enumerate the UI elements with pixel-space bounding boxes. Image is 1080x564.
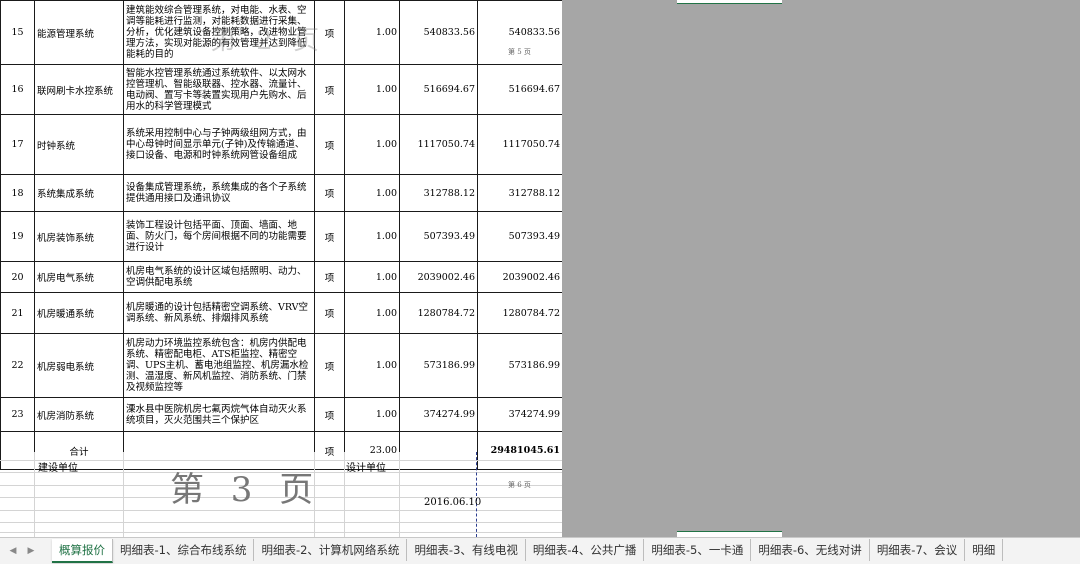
item-description-cell[interactable]: 装饰工程设计包括平面、顶面、墙面、地面、防火门，每个房间根据不同的功能需要进行设… — [123, 211, 315, 262]
unit-price-cell[interactable]: 516694.67 — [399, 64, 478, 115]
sheet-tab-2[interactable]: 明细表-2、计算机网络系统 — [254, 539, 408, 561]
row-number[interactable]: 22 — [0, 333, 35, 398]
row-number[interactable]: 18 — [0, 174, 35, 212]
item-description-cell[interactable]: 智能水控管理系统通过系统软件、以太网水控管理机、智能级联器、控水器、流量计、电动… — [123, 64, 315, 115]
table-row: 17 时钟系统 系统采用控制中心与子钟两级组网方式，由中心母钟时间显示单元(子钟)及… — [0, 114, 562, 175]
sheet-tab-7[interactable]: 明细表-7、会议 — [870, 539, 966, 561]
table-row: 18 系统集成系统 设备集成管理系统，系统集成的各个子系统提供通用接口及通讯协议项 1… — [0, 174, 562, 212]
table-row: 21 机房暖通系统 机房暖通的设计包括精密空调系统、VRV空调系统、新风系统、排烟排… — [0, 292, 562, 334]
sheet-tab-5[interactable]: 明细表-5、一卡通 — [644, 539, 752, 561]
item-description-cell[interactable]: 溧水县中医院机房七氟丙烷气体自动灭火系统项目，灭火范围共三个保护区 — [123, 397, 315, 432]
sheet-tab-bar: ◀ ▶ 概算报价 明细表-1、综合布线系统 明细表-2、计算机网络系统 明细表-3、有… — [0, 537, 1080, 564]
item-name-cell[interactable]: 能源管理系统 — [34, 0, 124, 65]
row-number[interactable]: 21 — [0, 292, 35, 334]
row-number[interactable]: 17 — [0, 114, 35, 175]
row-number[interactable]: 23 — [0, 397, 35, 432]
quantity-cell[interactable]: 1.00 — [344, 292, 400, 334]
tab-next-icon[interactable]: ▶ — [24, 544, 38, 558]
sheet-tab-0[interactable]: 概算报价 — [52, 539, 113, 563]
table-row: 19 机房装饰系统 装饰工程设计包括平面、顶面、墙面、地面、防火门，每个房间根据不同… — [0, 211, 562, 262]
unit-price-cell[interactable]: 1117050.74 — [399, 114, 478, 175]
row-number[interactable]: 20 — [0, 261, 35, 293]
total-cell[interactable]: 573186.99 — [477, 333, 562, 398]
unit-price-cell[interactable]: 312788.12 — [399, 174, 478, 212]
quantity-cell[interactable]: 1.00 — [344, 174, 400, 212]
item-name-cell[interactable]: 机房消防系统 — [34, 397, 124, 432]
unit-cell[interactable]: 项 — [314, 64, 345, 115]
row-number[interactable]: 19 — [0, 211, 35, 262]
unit-cell[interactable]: 项 — [314, 261, 345, 293]
build-unit-label: 建设单位 — [38, 463, 78, 474]
item-name-cell[interactable]: 系统集成系统 — [34, 174, 124, 212]
item-description-cell[interactable]: 设备集成管理系统，系统集成的各个子系统提供通用接口及通讯协议 — [123, 174, 315, 212]
total-cell[interactable]: 2039002.46 — [477, 261, 562, 293]
table-row: 20 机房电气系统 机房电气系统的设计区域包括照明、动力、空调供配电系统项 1.00 2… — [0, 261, 562, 293]
unit-cell[interactable]: 项 — [314, 114, 345, 175]
table-row: 16 联网刷卡水控系统 智能水控管理系统通过系统软件、以太网水控管理机、智能级联器、… — [0, 64, 562, 115]
row-number[interactable]: 16 — [0, 64, 35, 115]
sheet-tab-3[interactable]: 明细表-3、有线电视 — [407, 539, 526, 561]
sheet-tab-4[interactable]: 明细表-4、公共广播 — [526, 539, 645, 561]
item-description-cell[interactable]: 机房暖通的设计包括精密空调系统、VRV空调系统、新风系统、排烟排风系统 — [123, 292, 315, 334]
unit-cell[interactable]: 项 — [314, 397, 345, 432]
unit-price-cell[interactable]: 374274.99 — [399, 397, 478, 432]
item-name-cell[interactable]: 机房暖通系统 — [34, 292, 124, 334]
table-row: 23 机房消防系统 溧水县中医院机房七氟丙烷气体自动灭火系统项目，灭火范围共三个保护… — [0, 397, 562, 432]
total-cell[interactable]: 374274.99 — [477, 397, 562, 432]
total-cell[interactable]: 1280784.72 — [477, 292, 562, 334]
sheet-tabs: 概算报价 明细表-1、综合布线系统 明细表-2、计算机网络系统 明细表-3、有线电视明… — [52, 538, 1004, 564]
date-label: 2016.06.10 — [424, 497, 482, 508]
total-cell[interactable]: 312788.12 — [477, 174, 562, 212]
unit-price-cell[interactable]: 573186.99 — [399, 333, 478, 398]
total-cell[interactable]: 1117050.74 — [477, 114, 562, 175]
unit-cell[interactable]: 项 — [314, 333, 345, 398]
sheet-tab-1[interactable]: 明细表-1、综合布线系统 — [113, 539, 255, 561]
item-name-cell[interactable]: 时钟系统 — [34, 114, 124, 175]
quantity-cell[interactable]: 1.00 — [344, 0, 400, 65]
sheet-tab-8[interactable]: 明细 — [965, 539, 1004, 561]
item-name-cell[interactable]: 联网刷卡水控系统 — [34, 64, 124, 115]
page-watermark-5-small: 第 5 页 — [508, 48, 531, 56]
quantity-cell[interactable]: 1.00 — [344, 261, 400, 293]
item-name-cell[interactable]: 机房弱电系统 — [34, 333, 124, 398]
page-break-preview-gray-area — [562, 0, 1080, 538]
page-watermark-2: 第 2 页 — [210, 26, 326, 56]
unit-price-cell[interactable]: 1280784.72 — [399, 292, 478, 334]
total-cell[interactable]: 516694.67 — [477, 64, 562, 115]
unit-cell[interactable]: 项 — [314, 174, 345, 212]
row-number[interactable]: 15 — [0, 0, 35, 65]
spreadsheet-area[interactable]: 15 能源管理系统 建筑能效综合管理系统，对电能、水表、空调等能耗进行监测，对能耗数… — [0, 0, 562, 537]
unit-cell[interactable]: 项 — [314, 211, 345, 262]
page-watermark-6-small: 第 6 页 — [508, 481, 531, 489]
quantity-cell[interactable]: 1.00 — [344, 333, 400, 398]
unit-price-cell[interactable]: 2039002.46 — [399, 261, 478, 293]
item-description-cell[interactable]: 系统采用控制中心与子钟两级组网方式，由中心母钟时间显示单元(子钟)及传输通道、接… — [123, 114, 315, 175]
table-row: 22 机房弱电系统 机房动力环境监控系统包含：机房内供配电系统、精密配电柜、ATS柜… — [0, 333, 562, 398]
page-watermark-3: 第 3 页 — [170, 470, 322, 510]
footer-area: 建设单位 设计单位 2016.06.10 第 6 页 第 3 页 — [0, 452, 562, 537]
unit-cell[interactable]: 项 — [314, 292, 345, 334]
tab-prev-icon[interactable]: ◀ — [6, 544, 20, 558]
quantity-cell[interactable]: 1.00 — [344, 397, 400, 432]
total-cell[interactable]: 507393.49 — [477, 211, 562, 262]
data-table: 15 能源管理系统 建筑能效综合管理系统，对电能、水表、空调等能耗进行监测，对能耗数… — [0, 0, 562, 470]
item-name-cell[interactable]: 机房电气系统 — [34, 261, 124, 293]
quantity-cell[interactable]: 1.00 — [344, 114, 400, 175]
item-name-cell[interactable]: 机房装饰系统 — [34, 211, 124, 262]
design-unit-label: 设计单位 — [346, 463, 386, 474]
quantity-cell[interactable]: 1.00 — [344, 64, 400, 115]
unit-price-cell[interactable]: 507393.49 — [399, 211, 478, 262]
item-description-cell[interactable]: 机房电气系统的设计区域包括照明、动力、空调供配电系统 — [123, 261, 315, 293]
quantity-cell[interactable]: 1.00 — [344, 211, 400, 262]
horizontal-scroll-grip-top[interactable] — [677, 0, 782, 4]
sheet-tab-6[interactable]: 明细表-6、无线对讲 — [751, 539, 870, 561]
unit-price-cell[interactable]: 540833.56 — [399, 0, 478, 65]
item-description-cell[interactable]: 机房动力环境监控系统包含：机房内供配电系统、精密配电柜、ATS柜监控、精密空调、… — [123, 333, 315, 398]
